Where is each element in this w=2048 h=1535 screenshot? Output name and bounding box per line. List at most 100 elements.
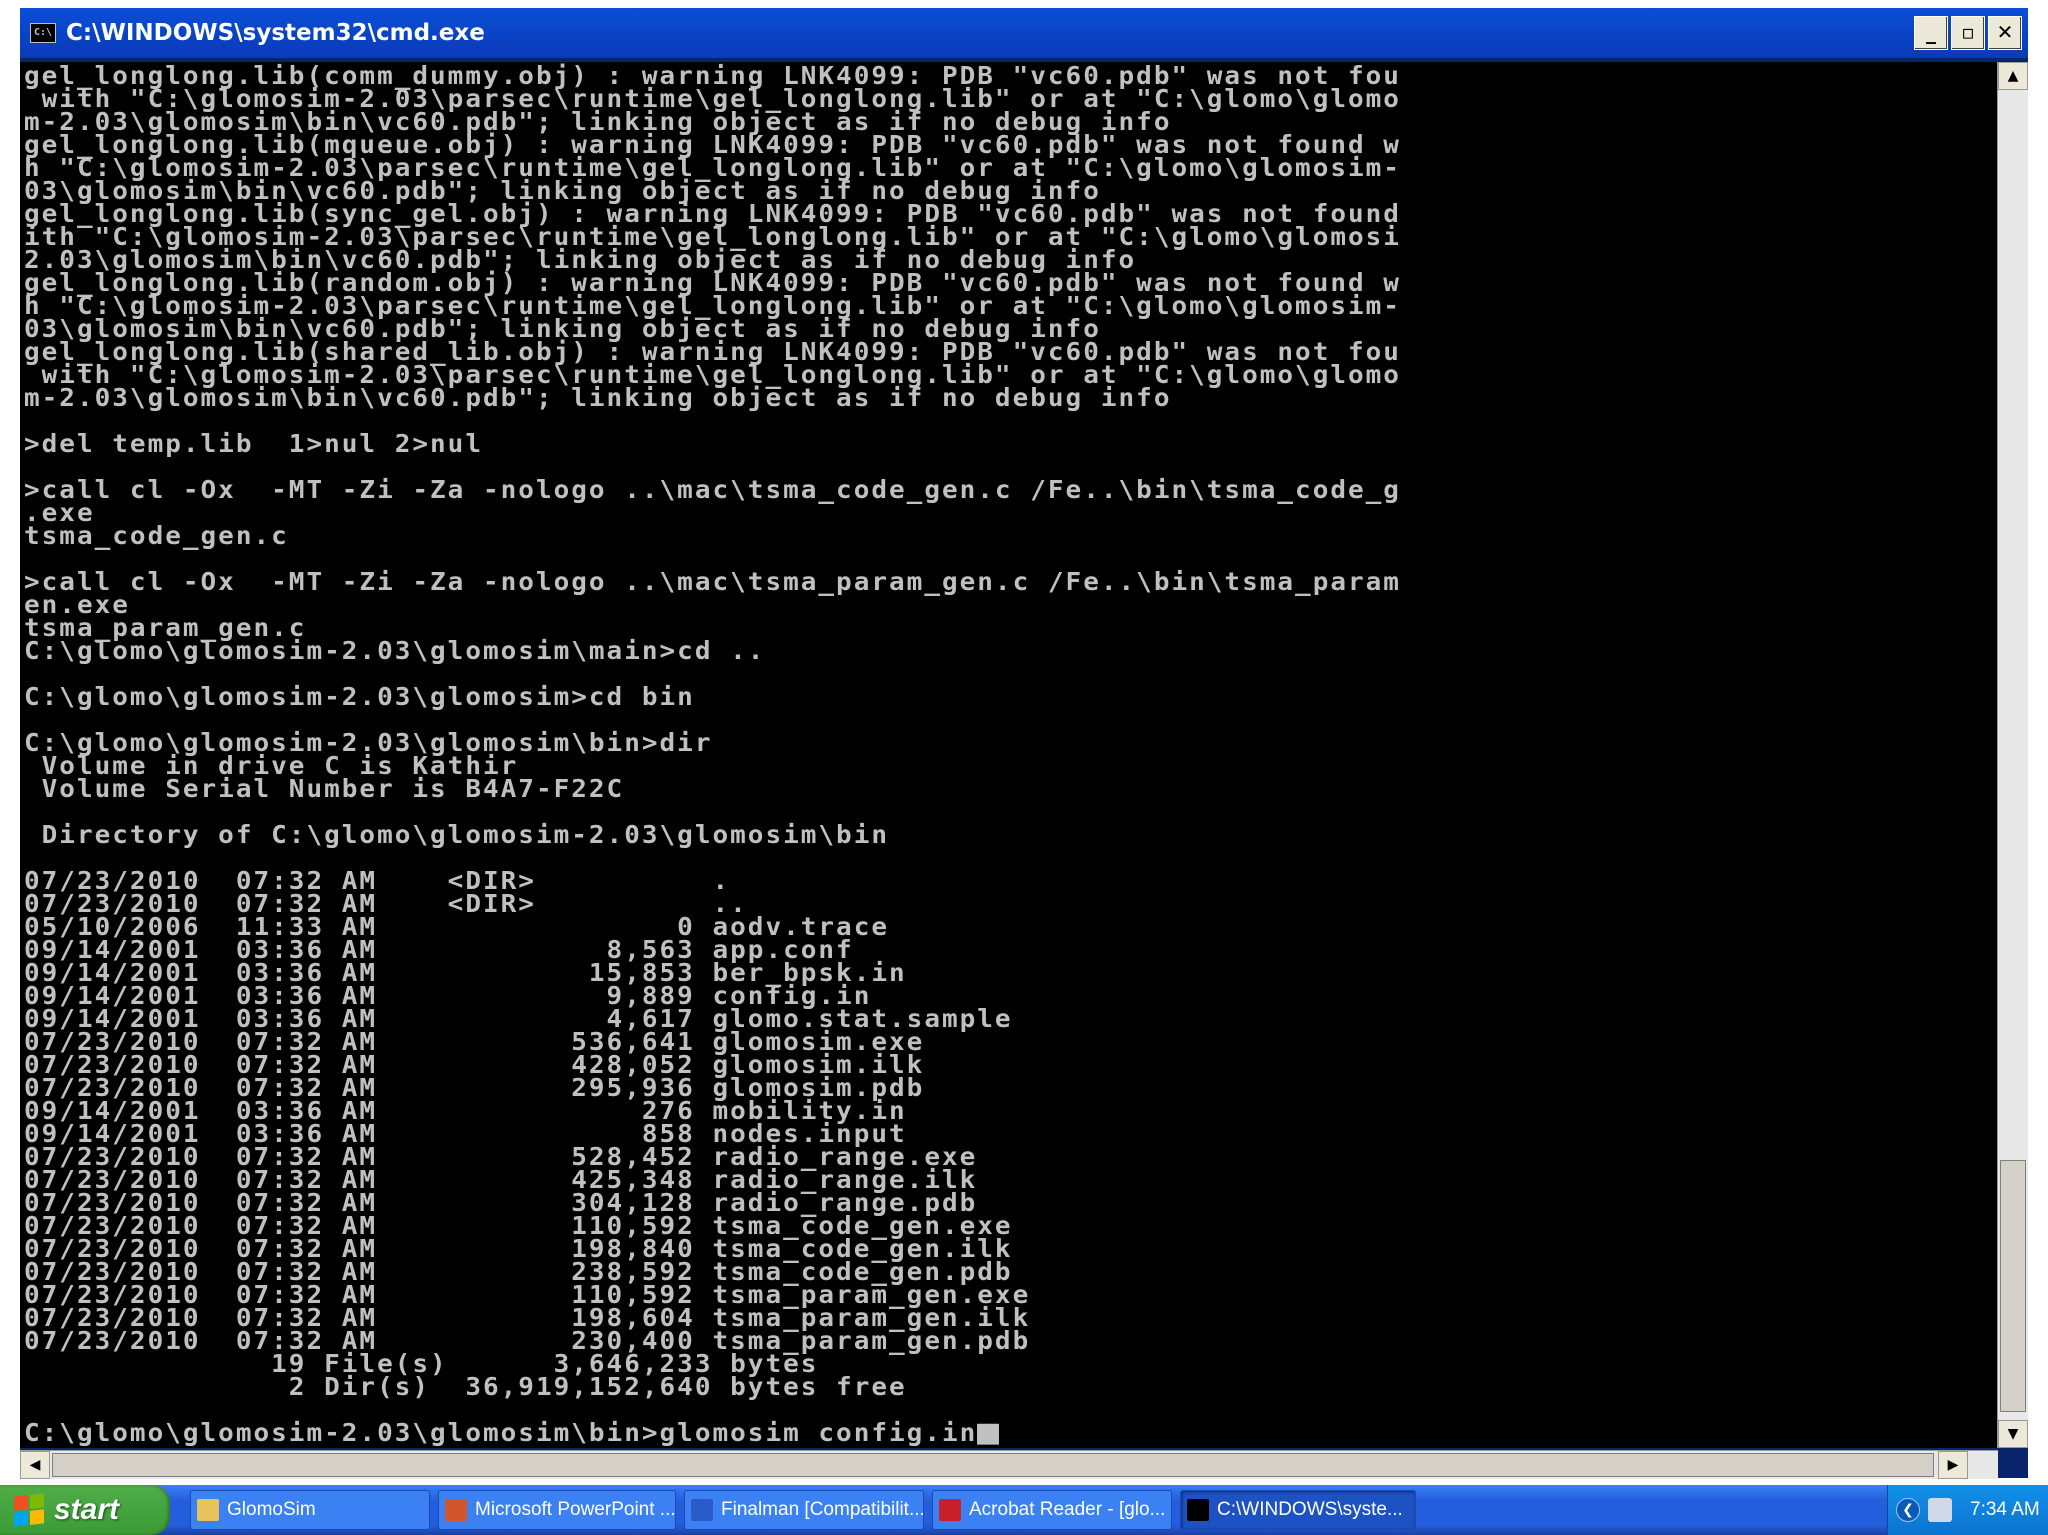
console-line: 03\glomosim\bin\vc60.pdb"; linking objec… <box>24 177 1101 206</box>
cmd-window: C:\ C:\WINDOWS\system32\cmd.exe _ ▫ ✕ ge… <box>20 8 2028 1479</box>
console-line: h "C:\glomosim-2.03\parsec\runtime\gel_l… <box>24 154 1401 183</box>
console-line: h "C:\glomosim-2.03\parsec\runtime\gel_l… <box>24 292 1401 321</box>
console-line: 07/23/2010 07:32 AM 528,452 radio_range.… <box>24 1143 978 1172</box>
console-line: Directory of C:\glomo\glomosim-2.03\glom… <box>24 821 890 850</box>
console-line: ith "C:\glomosim-2.03\parsec\runtime\gel… <box>24 223 1401 252</box>
windows-logo-icon <box>14 1493 44 1527</box>
taskbar-button-label: Finalman [Compatibilit... <box>721 1499 924 1520</box>
console-line: gel_longlong.lib(random.obj) : warning L… <box>24 269 1401 298</box>
console-line: 03\glomosim\bin\vc60.pdb"; linking objec… <box>24 315 1101 344</box>
close-button[interactable]: ✕ <box>1988 16 2022 50</box>
scroll-up-button[interactable]: ▲ <box>1998 62 2028 90</box>
console-line: 07/23/2010 07:32 AM 428,052 glomosim.ilk <box>24 1051 925 1080</box>
taskbar-button[interactable]: C:\WINDOWS\syste... <box>1180 1490 1416 1530</box>
console-line: >call cl -Ox -MT -Zi -Za -nologo ..\mac\… <box>24 568 1401 597</box>
console-line: 09/14/2001 03:36 AM 15,853 ber_bpsk.in <box>24 959 907 988</box>
start-button[interactable]: start <box>0 1485 170 1535</box>
console-line: 07/23/2010 07:32 AM 110,592 tsma_param_g… <box>24 1281 1031 1310</box>
console-line: tsma_code_gen.c <box>24 522 289 551</box>
show-hidden-icons-button[interactable]: ❮ <box>1896 1498 1920 1522</box>
console-line: 07/23/2010 07:32 AM 198,840 tsma_code_ge… <box>24 1235 1013 1264</box>
console-line: m-2.03\glomosim\bin\vc60.pdb"; linking o… <box>24 384 1172 413</box>
title-bar[interactable]: C:\ C:\WINDOWS\system32\cmd.exe _ ▫ ✕ <box>20 8 2028 58</box>
folder-icon <box>197 1499 219 1521</box>
taskbar-button-label: Microsoft PowerPoint ... <box>475 1499 676 1520</box>
console-line: gel_longlong.lib(sync_gel.obj) : warning… <box>24 200 1401 229</box>
console-line: tsma_param_gen.c <box>24 614 307 643</box>
console-line: 07/23/2010 07:32 AM 230,400 tsma_param_g… <box>24 1327 1031 1356</box>
scroll-down-button[interactable]: ▼ <box>1998 1420 2028 1448</box>
console-line: 09/14/2001 03:36 AM 276 mobility.in <box>24 1097 907 1126</box>
taskbar-button[interactable]: Acrobat Reader - [glo... <box>932 1490 1172 1530</box>
console-line: 09/14/2001 03:36 AM 858 nodes.input <box>24 1120 907 1149</box>
console-line: 07/23/2010 07:32 AM 198,604 tsma_param_g… <box>24 1304 1031 1333</box>
console-line: .exe <box>24 499 95 528</box>
console-line: gel_longlong.lib(shared_lib.obj) : warni… <box>24 338 1401 367</box>
console-line: C:\glomo\glomosim-2.03\glomosim\main>cd … <box>24 637 766 666</box>
console-line: 07/23/2010 07:32 AM <DIR> .. <box>24 890 748 919</box>
start-label: start <box>54 1493 120 1526</box>
console-line: C:\glomo\glomosim-2.03\glomosim\bin>glom… <box>24 1419 1998 1448</box>
vertical-scroll-thumb[interactable] <box>2000 1160 2026 1412</box>
word-document-icon <box>691 1499 713 1521</box>
taskbar-buttons: GlomoSim Microsoft PowerPoint ... Finalman… <box>190 1490 1416 1530</box>
console-line: 09/14/2001 03:36 AM 8,563 app.conf <box>24 936 854 965</box>
console-line: with "C:\glomosim-2.03\parsec\runtime\ge… <box>24 361 1401 390</box>
console-line: 07/23/2010 07:32 AM 304,128 radio_range.… <box>24 1189 978 1218</box>
console-line: 05/10/2006 11:33 AM 0 aodv.trace <box>24 913 890 942</box>
console-line: 19 File(s) 3,646,233 bytes <box>24 1350 819 1379</box>
taskbar-button[interactable]: GlomoSim <box>190 1490 430 1530</box>
cmd-app-icon[interactable]: C:\ <box>30 23 56 43</box>
cmd-icon <box>1187 1499 1209 1521</box>
taskbar-button-label: Acrobat Reader - [glo... <box>969 1499 1166 1520</box>
acrobat-icon <box>939 1499 961 1521</box>
taskbar-button[interactable]: Finalman [Compatibilit... <box>684 1490 924 1530</box>
console-line: C:\glomo\glomosim-2.03\glomosim>cd bin <box>24 683 695 712</box>
console-line: 07/23/2010 07:32 AM <DIR> . <box>24 867 731 896</box>
console-line: en.exe <box>24 591 130 620</box>
console-line: Volume Serial Number is B4A7-F22C <box>24 775 625 804</box>
vertical-scrollbar[interactable]: ▲ ▼ <box>1997 62 2028 1448</box>
text-cursor <box>977 1423 1000 1445</box>
console-line: 07/23/2010 07:32 AM 238,592 tsma_code_ge… <box>24 1258 1013 1287</box>
console-output[interactable]: gel_longlong.lib(comm_dummy.obj) : warni… <box>20 62 1998 1448</box>
network-icon[interactable] <box>1928 1498 1952 1522</box>
console-line: gel_longlong.lib(comm_dummy.obj) : warni… <box>24 62 1401 91</box>
minimize-button[interactable]: _ <box>1914 16 1948 50</box>
console-line: 09/14/2001 03:36 AM 9,889 config.in <box>24 982 872 1011</box>
console-line: 2 Dir(s) 36,919,152,640 bytes free <box>24 1373 907 1402</box>
console-line: with "C:\glomosim-2.03\parsec\runtime\ge… <box>24 85 1401 114</box>
console-line: >del temp.lib 1>nul 2>nul <box>24 430 483 459</box>
clock[interactable]: 7:34 AM <box>1970 1499 2040 1521</box>
scroll-left-button[interactable]: ◀ <box>20 1451 50 1479</box>
console-line: >call cl -Ox -MT -Zi -Za -nologo ..\mac\… <box>24 476 1401 505</box>
console-line: Volume in drive C is Kathir <box>24 752 519 781</box>
taskbar-button[interactable]: Microsoft PowerPoint ... <box>438 1490 676 1530</box>
console-line: 07/23/2010 07:32 AM 425,348 radio_range.… <box>24 1166 978 1195</box>
powerpoint-icon <box>445 1499 467 1521</box>
console-line: 07/23/2010 07:32 AM 536,641 glomosim.exe <box>24 1028 925 1057</box>
console-line: m-2.03\glomosim\bin\vc60.pdb"; linking o… <box>24 108 1172 137</box>
console-line: 09/14/2001 03:36 AM 4,617 glomo.stat.sam… <box>24 1005 1013 1034</box>
horizontal-scrollbar[interactable]: ◀ ▶ <box>20 1450 1998 1479</box>
taskbar-button-label: C:\WINDOWS\syste... <box>1217 1499 1403 1520</box>
system-tray: ❮ 7:34 AM <box>1887 1485 2048 1535</box>
maximize-button[interactable]: ▫ <box>1951 16 1985 50</box>
window-title: C:\WINDOWS\system32\cmd.exe <box>66 20 485 46</box>
scroll-right-button[interactable]: ▶ <box>1938 1451 1968 1479</box>
window-controls: _ ▫ ✕ <box>1914 16 2022 50</box>
console-line: 07/23/2010 07:32 AM 295,936 glomosim.pdb <box>24 1074 925 1103</box>
console-line: gel_longlong.lib(mqueue.obj) : warning L… <box>24 131 1401 160</box>
taskbar-button-label: GlomoSim <box>227 1499 316 1520</box>
horizontal-scroll-thumb[interactable] <box>52 1453 1934 1477</box>
console-line: 07/23/2010 07:32 AM 110,592 tsma_code_ge… <box>24 1212 1013 1241</box>
console-line: 2.03\glomosim\bin\vc60.pdb"; linking obj… <box>24 246 1137 275</box>
